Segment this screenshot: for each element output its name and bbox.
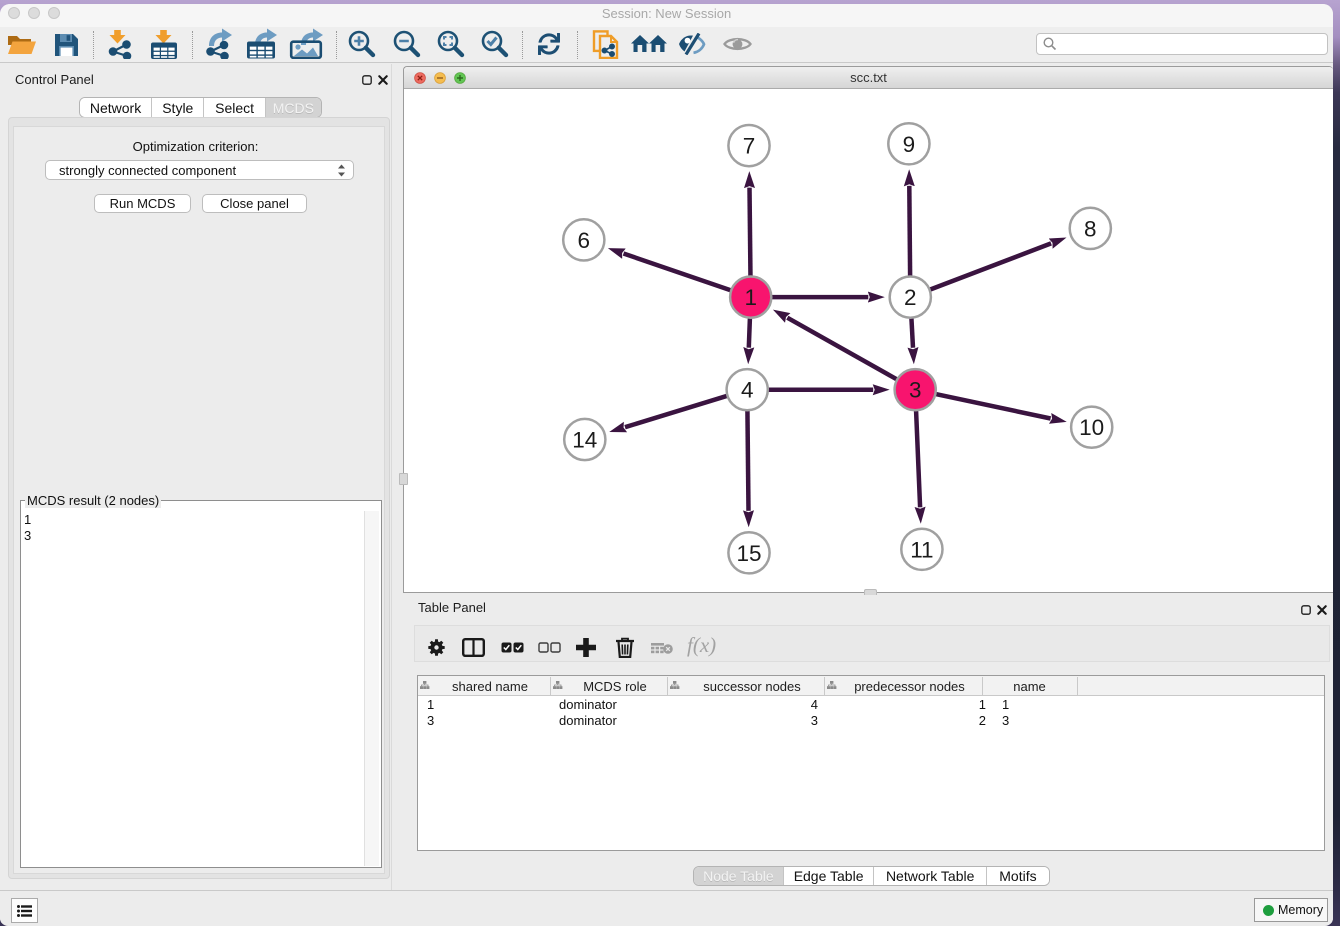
svg-text:14: 14 — [572, 428, 597, 453]
svg-text:3: 3 — [909, 378, 922, 403]
svg-text:1: 1 — [744, 285, 757, 310]
svg-text:9: 9 — [903, 132, 916, 157]
svg-text:4: 4 — [741, 378, 754, 403]
svg-text:6: 6 — [578, 228, 591, 253]
svg-text:2: 2 — [904, 285, 917, 310]
svg-text:8: 8 — [1084, 216, 1097, 241]
svg-text:15: 15 — [736, 541, 761, 566]
svg-text:11: 11 — [910, 537, 933, 562]
svg-text:10: 10 — [1079, 415, 1104, 440]
svg-text:7: 7 — [743, 134, 756, 159]
